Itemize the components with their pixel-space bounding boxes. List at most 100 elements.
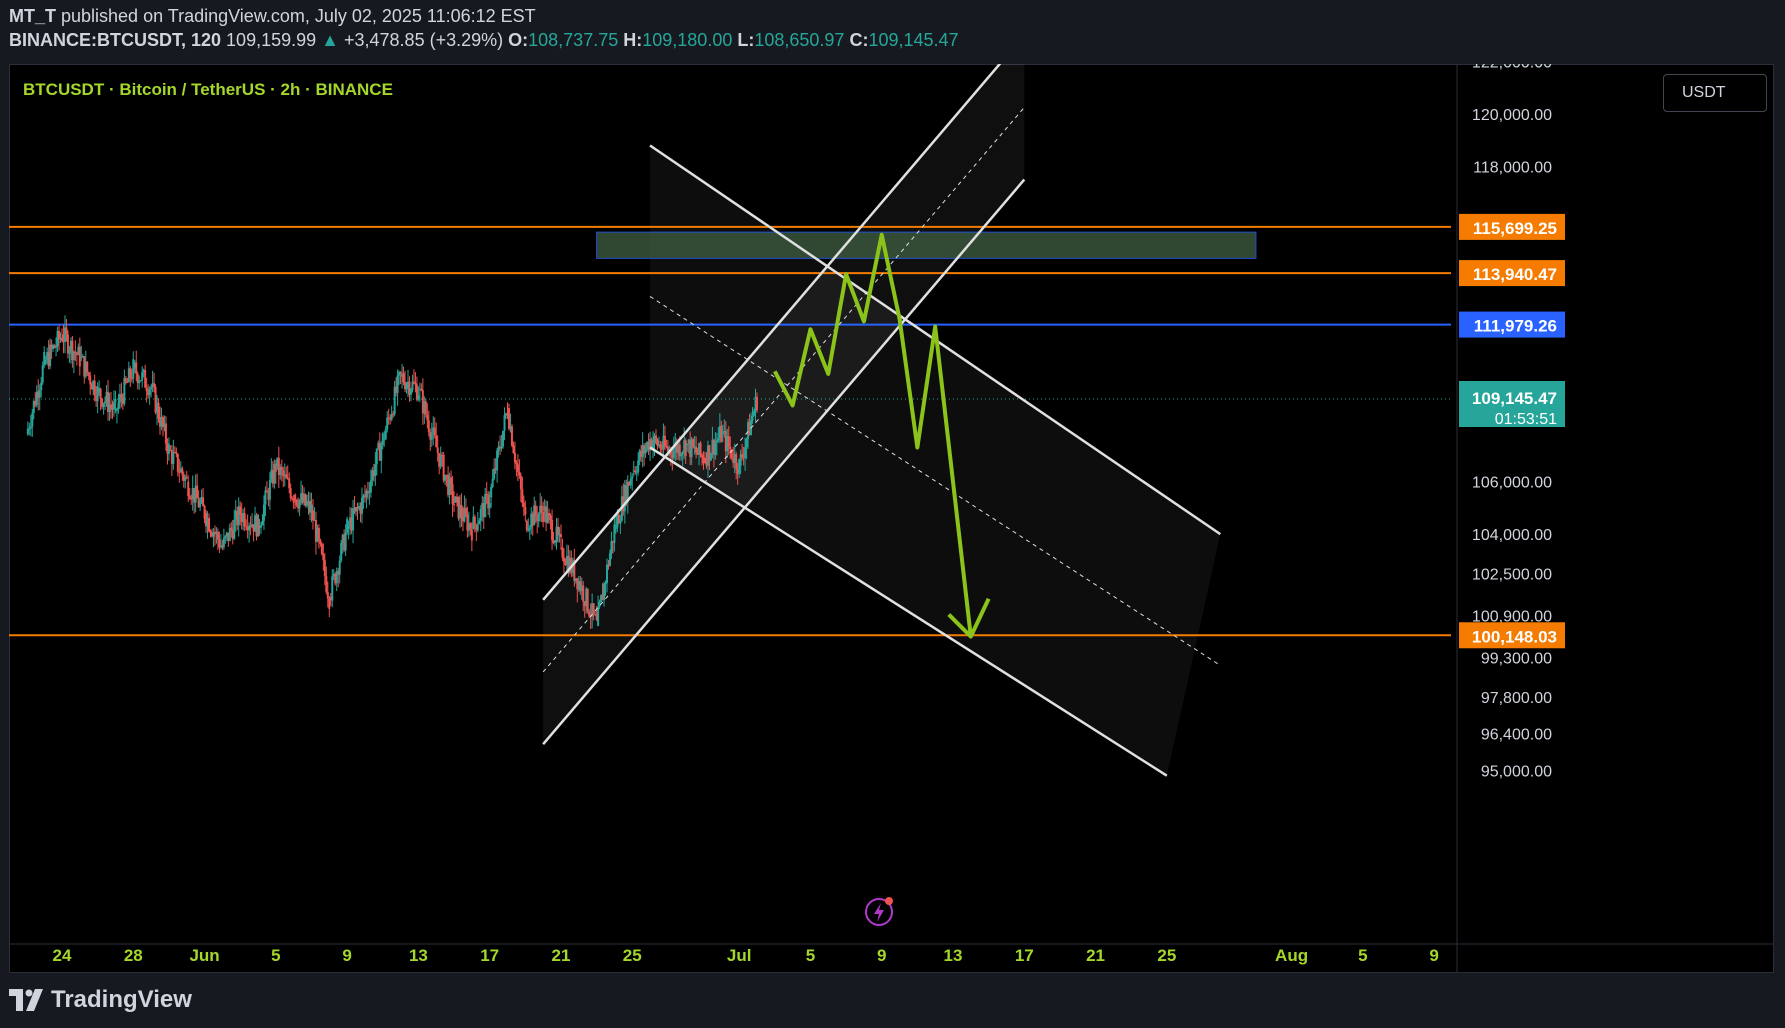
candle-body	[74, 351, 77, 354]
candle-body	[586, 588, 589, 612]
candle-body	[150, 387, 153, 390]
candle-body	[488, 502, 491, 509]
candle-body	[288, 478, 291, 489]
candle-body	[453, 503, 456, 505]
candle-body	[427, 420, 430, 432]
ohlc-header: BINANCE:BTCUSDT, 120 109,159.99 ▲ +3,478…	[9, 30, 959, 51]
tradingview-logo[interactable]: TradingView	[9, 986, 192, 1014]
candle-body	[522, 502, 525, 507]
candle-body	[86, 361, 89, 373]
candle-body	[450, 477, 453, 484]
currency-button[interactable]: USDT	[1663, 74, 1767, 112]
candle-body	[436, 447, 439, 454]
candle-body	[360, 497, 363, 514]
candle-body	[597, 606, 600, 627]
time-axis-tick: 25	[1157, 946, 1176, 965]
candle-body	[435, 435, 438, 448]
supply-zone[interactable]	[596, 231, 1257, 259]
candle-body	[402, 373, 405, 383]
price-axis-tick: 95,000.00	[1481, 763, 1552, 780]
candle-body	[629, 478, 632, 486]
candle-body	[104, 401, 107, 404]
candle-body	[386, 417, 389, 430]
time-axis-tick: 28	[124, 946, 143, 965]
candle-body	[464, 508, 467, 515]
candle-body	[347, 526, 350, 529]
lightning-icon[interactable]	[864, 895, 896, 927]
candle-body	[145, 387, 148, 392]
candle-body	[741, 454, 744, 458]
candle-body	[375, 448, 378, 465]
candle-body	[592, 603, 595, 614]
price-axis-tick: 97,800.00	[1481, 690, 1552, 707]
candle-body	[519, 475, 522, 490]
candle-body	[187, 481, 190, 497]
candle-body	[608, 553, 611, 566]
candle-body	[619, 520, 622, 524]
candle-body	[751, 415, 754, 421]
time-axis-tick: 9	[342, 946, 351, 965]
candle-body	[605, 564, 608, 583]
candle-body	[588, 611, 591, 616]
candle-body	[383, 439, 386, 441]
candle-body	[470, 529, 473, 541]
candle-body	[368, 492, 371, 494]
candle-body	[306, 503, 309, 506]
chart-legend[interactable]: BTCUSDT · Bitcoin / TetherUS · 2h · BINA…	[23, 80, 393, 100]
candle-body	[582, 585, 585, 602]
candle-body	[311, 510, 314, 521]
candle-body	[202, 497, 205, 507]
candle-body	[433, 427, 436, 436]
candle-body	[417, 395, 420, 400]
candle-body	[744, 447, 747, 459]
time-axis-tick: Jul	[727, 946, 752, 965]
candle-body	[510, 426, 513, 446]
candle-body	[344, 532, 347, 551]
candle-body	[28, 428, 31, 430]
candle-body	[420, 388, 423, 391]
candle-body	[245, 526, 248, 528]
candle-body	[31, 412, 34, 427]
candle-body	[518, 471, 521, 476]
close-label: C:	[849, 30, 869, 50]
candle-body	[516, 464, 519, 472]
time-axis-tick: 13	[944, 946, 963, 965]
author-name[interactable]: MT_T	[9, 6, 56, 26]
candle-body	[745, 438, 748, 448]
candle-body	[141, 372, 144, 381]
candle-body	[89, 375, 92, 385]
candle-body	[603, 583, 606, 601]
candle-body	[644, 447, 647, 454]
candle-body	[503, 415, 506, 431]
price-axis-tick: 106,000.00	[1472, 475, 1552, 492]
candle-body	[338, 560, 341, 575]
candle-body	[188, 496, 191, 499]
candle-body	[319, 539, 322, 544]
candle-body	[424, 401, 427, 415]
open-value: 108,737.75	[528, 30, 619, 50]
candle-body	[478, 520, 481, 525]
candle-body	[549, 515, 552, 521]
candle-body	[460, 504, 463, 518]
candle-body	[110, 404, 113, 408]
candle-body	[727, 436, 730, 447]
candle-body	[613, 524, 616, 543]
price-chart[interactable]: 122,000.00 120,000.00 118,000.00 106,000.00…	[9, 64, 1774, 973]
candle-body	[233, 519, 236, 539]
time-axis-tick: 9	[877, 946, 886, 965]
time-axis-tick: 5	[271, 946, 280, 965]
candle-body	[68, 351, 71, 354]
publish-info: MT_T published on TradingView.com, July …	[9, 6, 536, 27]
candle-body	[120, 394, 123, 399]
candle-body	[44, 359, 47, 364]
candle-body	[208, 518, 211, 532]
candle-body	[500, 446, 503, 449]
candle-body	[224, 536, 227, 538]
time-axis-tick: 25	[623, 946, 642, 965]
candle-body	[216, 531, 219, 540]
candle-body	[80, 357, 83, 359]
candle-body	[66, 334, 69, 354]
candle-body	[735, 454, 738, 469]
candle-body	[176, 454, 179, 472]
time-axis-tick: Aug	[1275, 946, 1308, 965]
